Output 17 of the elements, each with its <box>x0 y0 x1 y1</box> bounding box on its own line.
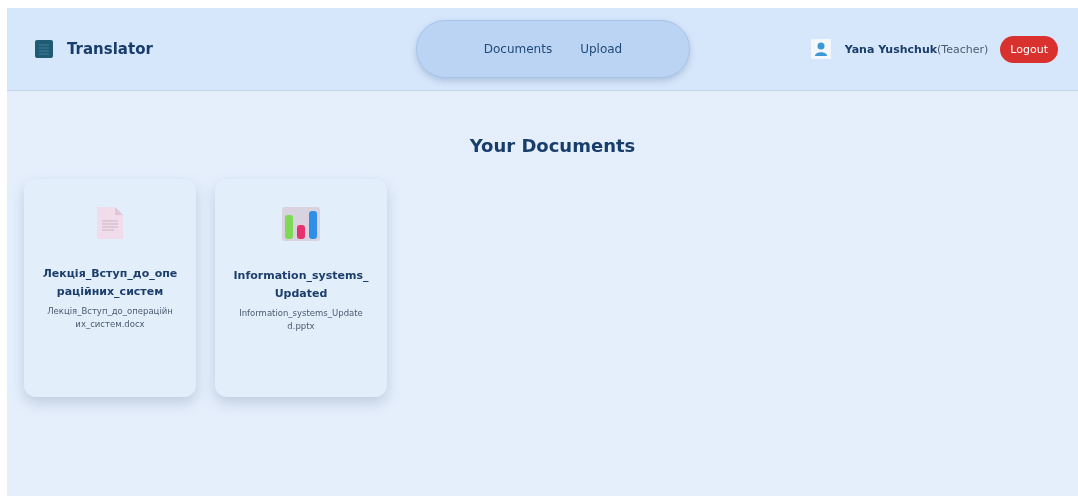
document-card[interactable]: Лекція_Вступ_до_операційних_систем Лекція_Вступ_до_операційних_систем.docx <box>24 179 196 397</box>
logout-button[interactable]: Logout <box>1000 35 1058 63</box>
nav-link[interactable]: Documents <box>469 36 567 62</box>
document-icon <box>35 40 53 58</box>
document-icon <box>97 207 123 239</box>
app-title: Translator <box>67 40 153 58</box>
file-name: Information_systems_Updated.pptx <box>238 307 364 333</box>
document-card[interactable]: Information_systems_Updated Information_systems_Updated.pptx <box>215 179 387 397</box>
file-name: Лекція_Вступ_до_операційних_систем.docx <box>46 305 174 331</box>
user-icon <box>810 39 831 59</box>
nav-link[interactable]: Upload <box>566 36 637 62</box>
user-name: Yana Yushchuk <box>844 42 938 56</box>
bar-chart-icon <box>282 207 320 241</box>
page-title: Your Documents <box>468 135 637 157</box>
user-role: (Teacher) <box>937 42 989 56</box>
document-title: Information_systems_Updated <box>232 268 370 302</box>
document-title: Лекція_Вступ_до_операційних_систем <box>41 266 179 300</box>
